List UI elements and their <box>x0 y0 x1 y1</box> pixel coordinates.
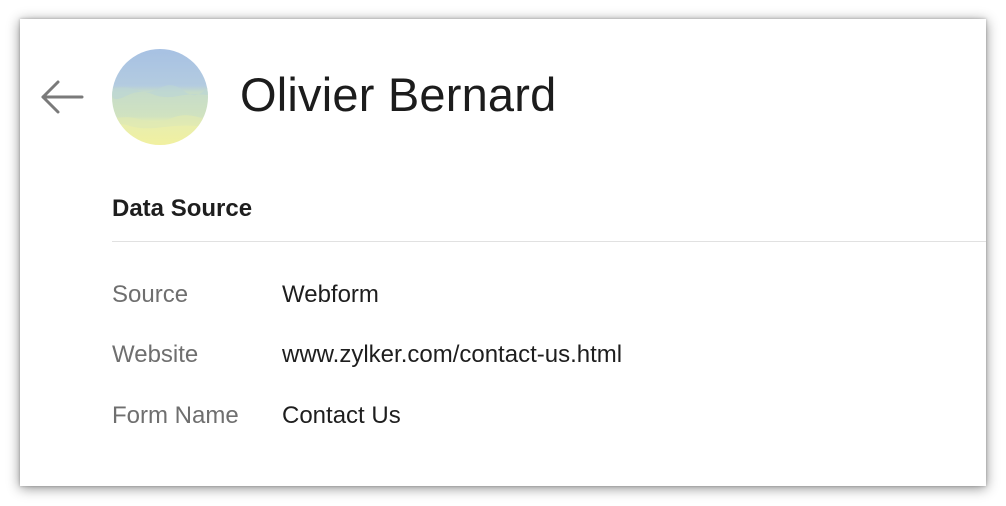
section-divider <box>112 241 986 242</box>
field-value: Webform <box>282 281 379 308</box>
section-title: Data Source <box>112 195 253 222</box>
field-label: Website <box>112 341 199 368</box>
arrow-left-icon <box>41 80 84 114</box>
contact-name: Olivier Bernard <box>240 68 557 121</box>
field-value: www.zylker.com/contact-us.html <box>282 341 623 368</box>
field-row-website: Website www.zylker.com/contact-us.html <box>112 341 972 375</box>
avatar[interactable] <box>112 49 208 145</box>
field-row-form-name: Form Name Contact Us <box>112 402 972 436</box>
field-label: Form Name <box>112 402 239 429</box>
field-label: Source <box>112 281 189 308</box>
contact-detail-panel: Olivier Bernard Data Source Source Webfo… <box>20 19 986 486</box>
field-row-source: Source Webform <box>112 281 972 315</box>
back-button[interactable] <box>38 77 88 117</box>
field-value: Contact Us <box>282 402 401 429</box>
avatar-image <box>112 49 208 145</box>
